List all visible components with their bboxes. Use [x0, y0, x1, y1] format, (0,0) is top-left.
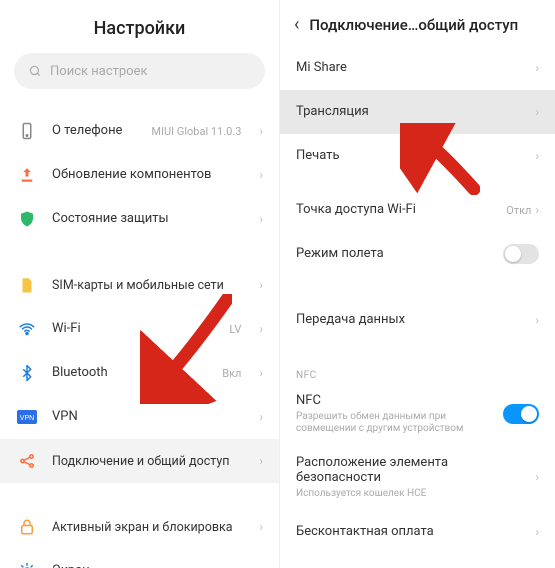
row-cast[interactable]: Трансляция ›: [280, 90, 555, 134]
chevron-right-icon: ›: [259, 410, 263, 424]
row-label: Трансляция: [296, 104, 531, 120]
row-airplane[interactable]: Режим полета: [280, 232, 555, 276]
search-input[interactable]: Поиск настроек: [14, 53, 265, 89]
row-about-phone[interactable]: О телефоне MIUI Global 11.0.3 ›: [0, 109, 279, 153]
row-mi-share[interactable]: Mi Share ›: [280, 46, 555, 90]
chevron-right-icon: ›: [535, 61, 539, 75]
row-label: Wi-Fi: [52, 321, 215, 337]
chevron-right-icon: ›: [535, 313, 539, 327]
shield-icon: [16, 208, 38, 230]
vpn-icon: VPN: [16, 406, 38, 428]
chevron-right-icon: ›: [259, 520, 263, 534]
update-icon: [16, 164, 38, 186]
chevron-right-icon: ›: [535, 470, 539, 484]
row-print[interactable]: Печать ›: [280, 134, 555, 178]
row-lock-screen[interactable]: Активный экран и блокировка ›: [0, 505, 279, 549]
sim-icon: [16, 274, 38, 296]
search-placeholder: Поиск настроек: [50, 64, 148, 79]
chevron-right-icon: ›: [259, 278, 263, 292]
chevron-right-icon: ›: [259, 366, 263, 380]
row-label: Обновление компонентов: [52, 167, 241, 183]
chevron-right-icon: ›: [259, 322, 263, 336]
row-nfc[interactable]: NFC Разрешить обмен данными при совмещен…: [280, 383, 555, 445]
chevron-right-icon: ›: [535, 105, 539, 119]
chevron-right-icon: ›: [535, 525, 539, 539]
share-icon: [16, 450, 38, 472]
row-label: Точка доступа Wi-Fi: [296, 202, 506, 218]
row-label: SIM-карты и мобильные сети: [52, 278, 241, 293]
airplane-toggle[interactable]: [503, 244, 539, 264]
row-wifi[interactable]: Wi-Fi LV ›: [0, 307, 279, 351]
row-sublabel: Используется кошелек HCE: [296, 488, 531, 500]
row-sim[interactable]: SIM-карты и мобильные сети ›: [0, 263, 279, 307]
row-connection-sharing[interactable]: Подключение и общий доступ ›: [0, 439, 279, 483]
wifi-icon: [16, 318, 38, 340]
settings-pane: Настройки Поиск настроек О телефоне MIUI…: [0, 0, 280, 568]
row-secure-element[interactable]: Расположение элемента безопасности Испол…: [280, 445, 555, 510]
nfc-toggle[interactable]: [503, 404, 539, 424]
search-icon: [28, 64, 42, 78]
chevron-right-icon: ›: [535, 203, 539, 217]
row-label: Режим полета: [296, 246, 503, 262]
svg-text:VPN: VPN: [20, 415, 34, 422]
sun-icon: [16, 560, 38, 568]
row-hotspot[interactable]: Точка доступа Wi-Fi Откл ›: [280, 188, 555, 232]
row-value: Откл: [506, 204, 531, 217]
lock-icon: [16, 516, 38, 538]
row-label: Активный экран и блокировка: [52, 520, 241, 535]
row-value: MIUI Global 11.0.3: [151, 125, 241, 138]
chevron-right-icon: ›: [259, 564, 263, 568]
row-label: Состояние защиты: [52, 211, 241, 227]
row-label: О телефоне: [52, 123, 137, 139]
row-value: LV: [229, 323, 241, 336]
section-title-nfc: NFC: [280, 364, 555, 383]
row-vpn[interactable]: VPN VPN ›: [0, 395, 279, 439]
row-label: Печать: [296, 148, 531, 164]
row-label: Подключение и общий доступ: [52, 454, 241, 469]
row-label: Экран: [52, 563, 241, 568]
header: ‹ Подключение…общий доступ: [280, 0, 555, 46]
row-sublabel: Разрешить обмен данными при совмещении с…: [296, 411, 503, 435]
row-display[interactable]: Экран ›: [0, 549, 279, 568]
chevron-right-icon: ›: [259, 454, 263, 468]
row-security-status[interactable]: Состояние защиты ›: [0, 197, 279, 241]
row-label: Передача данных: [296, 312, 531, 328]
row-label: Бесконтактная оплата: [296, 524, 531, 540]
chevron-right-icon: ›: [259, 168, 263, 182]
chevron-right-icon: ›: [259, 212, 263, 226]
row-value: Вкл: [222, 367, 241, 380]
page-title: Подключение…общий доступ: [309, 16, 518, 34]
row-label: VPN: [52, 409, 241, 425]
chevron-right-icon: ›: [259, 124, 263, 138]
row-label: NFC: [296, 393, 503, 409]
row-bluetooth[interactable]: Bluetooth Вкл ›: [0, 351, 279, 395]
back-arrow-icon[interactable]: ‹: [294, 16, 299, 34]
row-contactless[interactable]: Бесконтактная оплата ›: [280, 510, 555, 554]
phone-icon: [16, 120, 38, 142]
connection-sharing-pane: ‹ Подключение…общий доступ Mi Share › Тр…: [280, 0, 555, 568]
row-label: Mi Share: [296, 60, 531, 76]
row-label: Bluetooth: [52, 365, 208, 381]
page-title: Настройки: [0, 0, 279, 53]
row-data-usage[interactable]: Передача данных ›: [280, 298, 555, 342]
chevron-right-icon: ›: [535, 149, 539, 163]
bluetooth-icon: [16, 362, 38, 384]
row-component-updates[interactable]: Обновление компонентов ›: [0, 153, 279, 197]
row-label: Расположение элемента безопасности: [296, 455, 531, 486]
